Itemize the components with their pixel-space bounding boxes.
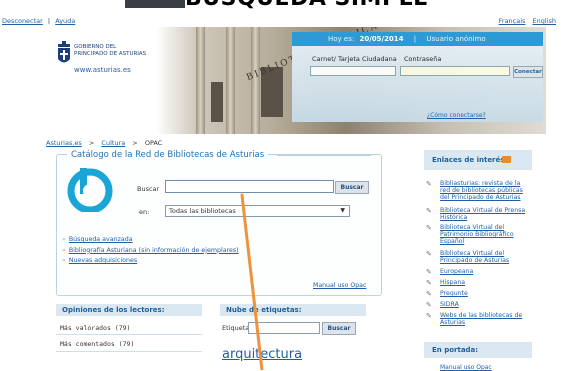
interest-link-item: ✎ Europeana: [426, 268, 534, 276]
login-panel: Carnet/ Tarjeta Ciudadana Contraseña Con…: [292, 46, 543, 122]
portada-header: En portada:: [424, 342, 532, 358]
logo-url: www.asturias.es: [74, 66, 131, 74]
sidra-link[interactable]: SIDRA: [440, 301, 532, 308]
library-webs-link[interactable]: Webs de las bibliotecas de Asturias: [440, 312, 532, 326]
library-scope-select[interactable]: Todas las bibliotecas ▼: [165, 205, 350, 217]
rss-icon[interactable]: [502, 156, 511, 163]
library-logo-icon: [67, 168, 113, 212]
bullet-icon: »: [62, 246, 66, 254]
pen-icon: ✎: [426, 268, 432, 276]
breadcrumb-cultura[interactable]: Cultura: [101, 139, 125, 147]
lang-english-link[interactable]: English: [533, 17, 556, 25]
disconnect-link[interactable]: Desconectar: [2, 17, 43, 25]
logo-line-1: GOBIERNO DEL: [74, 44, 117, 50]
catalog-link-item: » Nuevas adquisiciones: [62, 256, 239, 267]
interest-link-item: ✎ Webs de las bibliotecas de Asturias: [426, 312, 534, 328]
new-acquisitions-link[interactable]: Nuevas adquisiciones: [69, 257, 137, 264]
password-input[interactable]: [400, 66, 510, 76]
lang-french-link[interactable]: Français: [499, 17, 526, 25]
date-user-bar: Hoy es: 20/05/2014 | Usuario anónimo: [292, 32, 543, 46]
pen-icon: ✎: [426, 290, 432, 298]
pregunte-link[interactable]: Pregunte: [440, 290, 532, 297]
prensa-historica-link[interactable]: Biblioteca Virtual de Prensa Histórica: [440, 207, 532, 221]
interest-link-item: ✎ Biblioteca Virtual del Principado de A…: [426, 250, 534, 266]
top-links-separator: |: [47, 17, 51, 25]
catalog-link-item: » Búsqueda avanzada: [62, 235, 239, 246]
pen-icon: ✎: [426, 180, 432, 188]
breadcrumb: Asturias.es > Cultura > OPAC: [46, 139, 162, 147]
breadcrumb-separator: >: [132, 139, 138, 147]
language-links: Français English: [494, 17, 556, 25]
how-to-connect-link[interactable]: ¿Cómo conectarse?: [427, 112, 486, 119]
slide-dark-strip: [125, 0, 185, 8]
most-commented-link[interactable]: Más comentados (79): [60, 340, 134, 348]
tag-cloud-title: Nube de etiquetas:: [220, 304, 366, 316]
pen-icon: ✎: [426, 224, 432, 232]
password-label: Contraseña: [404, 55, 442, 63]
biblioteca-virtual-asturias-link[interactable]: Biblioteca Virtual del Principado de Ast…: [440, 250, 532, 264]
interest-link-item: ✎ SIDRA: [426, 301, 534, 309]
interest-link-item: ✎ Biblioteca Virtual de Prensa Histórica: [426, 207, 534, 223]
pen-icon: ✎: [426, 207, 432, 215]
breadcrumb-separator: >: [88, 139, 95, 147]
divider: [56, 334, 202, 335]
bullet-icon: »: [62, 257, 66, 264]
logo-line-2: PRINCIPADO DE ASTURIAS: [74, 51, 147, 57]
tag-cloud-item[interactable]: arquitectura: [222, 347, 302, 362]
building-window: [211, 82, 223, 122]
most-rated-link[interactable]: Más valorados (79): [60, 324, 130, 332]
connect-button[interactable]: Conectar: [513, 66, 543, 78]
tag-input[interactable]: [248, 322, 320, 334]
interest-link-item: ✎ Pregunte: [426, 290, 534, 298]
pen-icon: ✎: [426, 250, 432, 258]
card-label: Carnet/ Tarjeta Ciudadana: [312, 55, 397, 63]
user-status: Usuario anónimo: [426, 35, 486, 43]
asturian-bibliography-link[interactable]: Bibliografía Asturiana (sin información …: [69, 247, 239, 254]
interest-link-item: ✎ Hispana: [426, 279, 534, 287]
current-date: 20/05/2014: [359, 35, 404, 43]
interest-link-item: ✎ Bibliasturias: revista de la red de bi…: [426, 180, 534, 204]
catalog-link-item: » Bibliografía Asturiana (sin información…: [62, 246, 239, 257]
library-scope-value: Todas las bibliotecas: [169, 207, 236, 215]
tag-label: Etiqueta: [222, 324, 250, 332]
pen-icon: ✎: [426, 312, 432, 320]
interest-links-header: Enlaces de interés:: [424, 150, 532, 170]
pen-icon: ✎: [426, 301, 432, 309]
date-separator: |: [413, 35, 417, 43]
search-button[interactable]: Buscar: [335, 181, 369, 194]
hispana-link[interactable]: Hispana: [440, 279, 532, 286]
catalog-search-box: Catálogo de la Red de Bibliotecas de Ast…: [56, 150, 382, 296]
slide-title: BÚSQUEDA SIMPLE: [185, 0, 525, 11]
breadcrumb-opac: OPAC: [144, 139, 163, 147]
portada-title: En portada:: [432, 346, 479, 354]
advanced-search-link[interactable]: Búsqueda avanzada: [69, 236, 133, 243]
europeana-link[interactable]: Europeana: [440, 268, 532, 275]
catalog-links: » Búsqueda avanzada » Bibliografía Asturia…: [62, 235, 239, 267]
tag-search-button[interactable]: Buscar: [322, 322, 356, 335]
search-input[interactable]: [165, 180, 334, 193]
date-prefix: Hoy es:: [328, 35, 355, 43]
opac-manual-link[interactable]: Manual uso Opac: [313, 282, 366, 289]
building-pillar: [196, 27, 205, 134]
bullet-icon: »: [62, 236, 66, 243]
bibliasturias-link[interactable]: Bibliasturias: revista de la red de bibl…: [440, 180, 532, 201]
divider: [56, 351, 202, 352]
interest-links-title: Enlaces de interés:: [432, 156, 508, 164]
patrimonio-bibliografico-link[interactable]: Biblioteca Virtual del Patrimonio Biblio…: [440, 224, 532, 245]
help-link[interactable]: Ayuda: [55, 17, 75, 25]
building-pillar: [226, 27, 235, 134]
catalog-title: Catálogo de la Red de Bibliotecas de Ast…: [67, 150, 269, 160]
card-input[interactable]: [310, 66, 396, 76]
opinions-title: Opiniones de los lectores:: [56, 304, 202, 316]
dropdown-arrow-icon: ▼: [340, 207, 345, 214]
asturias-crest-icon: [58, 41, 70, 63]
scope-label: en:: [139, 208, 150, 216]
top-utility-links: Desconectar | Ayuda: [2, 17, 75, 25]
pen-icon: ✎: [426, 279, 432, 287]
search-label: Buscar: [137, 185, 160, 193]
interest-link-item: ✎ Biblioteca Virtual del Patrimonio Bibl…: [426, 224, 534, 248]
catalog-title-rule: [277, 155, 371, 156]
breadcrumb-asturias[interactable]: Asturias.es: [46, 139, 82, 147]
asturias-logo[interactable]: GOBIERNO DEL PRINCIPADO DE ASTURIAS www.…: [54, 39, 174, 84]
